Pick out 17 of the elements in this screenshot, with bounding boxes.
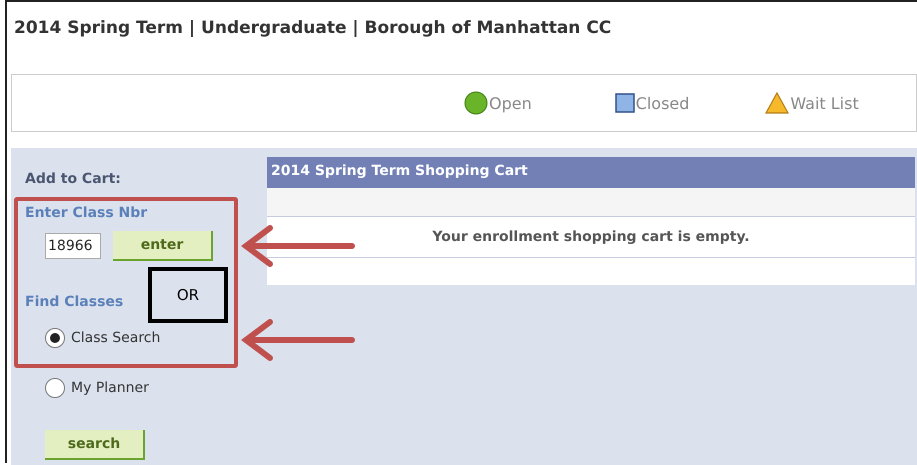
radio-button[interactable] <box>45 328 65 348</box>
cart-title: 2014 Spring Term Shopping Cart <box>267 157 915 188</box>
enter-button[interactable]: enter <box>113 231 213 261</box>
legend-label: Closed <box>636 94 690 112</box>
section-heading: Add to Cart: <box>25 171 121 188</box>
radio-label: Class Search <box>71 330 160 346</box>
enter-class-label: Enter Class Nbr <box>25 205 148 222</box>
search-button[interactable]: search <box>45 430 145 460</box>
page-title: 2014 Spring Term | Undergraduate | Borough of Manhattan CC <box>13 17 612 40</box>
legend-label: Open <box>489 94 532 112</box>
radio-label: My Planner <box>71 380 149 396</box>
or-callout: OR <box>148 267 228 323</box>
radio-button[interactable] <box>45 378 65 398</box>
legend-label: Wait List <box>790 94 859 112</box>
empty-cart-message: Your enrollment shopping cart is empty. <box>267 217 915 258</box>
class-number-field[interactable]: 18966 <box>45 233 101 259</box>
find-classes-label: Find Classes <box>25 294 124 311</box>
